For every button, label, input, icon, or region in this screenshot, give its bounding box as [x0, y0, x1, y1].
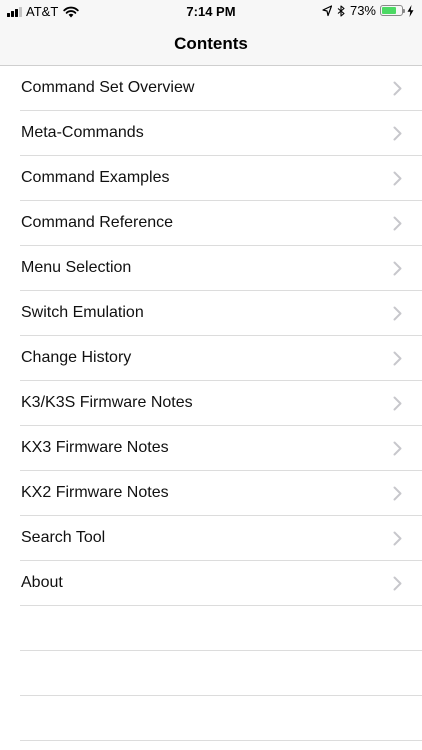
chevron-right-icon [393, 306, 402, 321]
list-item-label: About [21, 574, 63, 591]
chevron-right-icon [393, 171, 402, 186]
list-item-command-reference[interactable]: Command Reference [0, 201, 422, 246]
list-item-kx3-firmware-notes[interactable]: KX3 Firmware Notes [0, 426, 422, 471]
chevron-right-icon [393, 576, 402, 591]
list-item-label: Menu Selection [21, 259, 132, 276]
battery-fill [382, 7, 396, 14]
charging-icon [407, 4, 414, 17]
list-item-label: Meta-Commands [21, 124, 144, 141]
empty-row [0, 696, 422, 741]
status-bar: AT&T 7:14 PM 73% [0, 0, 422, 22]
navigation-bar: Contents [0, 22, 422, 66]
list-item-label: Search Tool [21, 529, 106, 546]
bluetooth-icon [337, 4, 345, 17]
chevron-right-icon [393, 396, 402, 411]
list-item-label: Command Reference [21, 214, 174, 231]
list-item-about[interactable]: About [0, 561, 422, 606]
list-item-label: Command Examples [21, 169, 170, 186]
list-item-command-examples[interactable]: Command Examples [0, 156, 422, 201]
list-item-switch-emulation[interactable]: Switch Emulation [0, 291, 422, 336]
list-item-label: KX2 Firmware Notes [21, 484, 169, 501]
list-item-change-history[interactable]: Change History [0, 336, 422, 381]
list-item-menu-selection[interactable]: Menu Selection [0, 246, 422, 291]
list-item-label: Command Set Overview [21, 79, 195, 96]
status-right: 73% [322, 3, 414, 18]
chevron-right-icon [393, 261, 402, 276]
empty-row [0, 651, 422, 696]
list-item-search-tool[interactable]: Search Tool [0, 516, 422, 561]
chevron-right-icon [393, 216, 402, 231]
location-icon [322, 4, 332, 16]
list-item-kx2-firmware-notes[interactable]: KX2 Firmware Notes [0, 471, 422, 516]
contents-list: Command Set Overview Meta-Commands Comma… [0, 66, 422, 741]
list-item-meta-commands[interactable]: Meta-Commands [0, 111, 422, 156]
chevron-right-icon [393, 441, 402, 456]
chevron-right-icon [393, 531, 402, 546]
chevron-right-icon [393, 81, 402, 96]
battery-percent: 73% [349, 3, 376, 18]
page-title: Contents [174, 34, 248, 53]
empty-row [0, 606, 422, 651]
list-item-label: Change History [21, 349, 132, 366]
list-item-command-set-overview[interactable]: Command Set Overview [0, 66, 422, 111]
chevron-right-icon [393, 351, 402, 366]
chevron-right-icon [393, 486, 402, 501]
list-item-label: KX3 Firmware Notes [21, 439, 169, 456]
list-item-label: K3/K3S Firmware Notes [21, 394, 193, 411]
list-item-k3-k3s-firmware-notes[interactable]: K3/K3S Firmware Notes [0, 381, 422, 426]
chevron-right-icon [393, 126, 402, 141]
battery-icon [380, 5, 405, 16]
list-item-label: Switch Emulation [21, 304, 144, 321]
